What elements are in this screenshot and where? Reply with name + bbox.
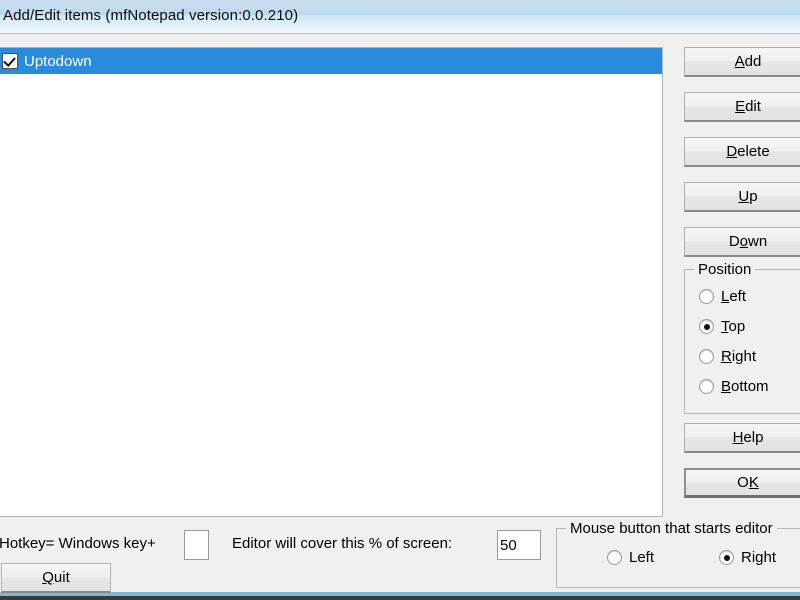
screen: Add/Edit items (mfNotepad version:0.0.21… [0, 0, 800, 600]
position-groupbox: Position Left Top Right Bottom [684, 261, 800, 414]
checkbox-checked-icon[interactable] [2, 53, 18, 69]
percent-input-value: 50 [500, 536, 517, 554]
radio-icon [699, 319, 714, 334]
radio-position-bottom-label: Bottom [721, 378, 769, 395]
percent-input[interactable]: 50 [497, 530, 541, 560]
list-item-label: Uptodown [24, 52, 92, 70]
add-edit-items-window: Add/Edit items (mfNotepad version:0.0.21… [0, 0, 800, 596]
radio-position-left[interactable]: Left [699, 288, 746, 305]
mouse-button-groupbox: Mouse button that starts editor Left Rig… [556, 520, 800, 588]
help-button[interactable]: Help [684, 423, 800, 453]
quit-button-label: Quit [42, 569, 70, 586]
radio-icon [719, 550, 734, 565]
edit-button[interactable]: Edit [684, 92, 800, 122]
radio-mouse-left-label: Left [629, 549, 655, 566]
list-item[interactable]: Uptodown [0, 48, 662, 74]
radio-position-right-label: Right [721, 348, 757, 365]
ok-button-label: OK [737, 474, 759, 491]
window-title: Add/Edit items (mfNotepad version:0.0.21… [3, 7, 299, 24]
radio-mouse-left[interactable]: Left [607, 549, 654, 566]
radio-position-top[interactable]: Top [699, 318, 745, 335]
quit-button[interactable]: Quit [1, 563, 111, 593]
delete-button[interactable]: Delete [684, 137, 800, 167]
radio-position-top-label: Top [721, 318, 746, 335]
radio-position-left-label: Left [721, 288, 747, 305]
client-area: Uptodown Add Edit Delete Up Down Positio… [0, 35, 800, 593]
position-groupbox-title: Position [694, 261, 756, 278]
mouse-button-groupbox-title: Mouse button that starts editor [566, 520, 777, 537]
add-button-label: Add [734, 53, 762, 70]
items-listbox[interactable]: Uptodown [0, 47, 663, 517]
delete-button-label: Delete [726, 143, 770, 160]
radio-mouse-right[interactable]: Right [719, 549, 776, 566]
hotkey-input[interactable] [184, 530, 209, 560]
up-button-label: Up [738, 188, 758, 205]
help-button-label: Help [732, 429, 764, 446]
down-button-label: Down [728, 233, 768, 250]
ok-button[interactable]: OK [684, 468, 800, 498]
down-button[interactable]: Down [684, 227, 800, 257]
radio-icon [699, 379, 714, 394]
radio-position-bottom[interactable]: Bottom [699, 378, 769, 395]
radio-icon [607, 550, 622, 565]
edit-button-label: Edit [735, 98, 761, 115]
title-bar[interactable]: Add/Edit items (mfNotepad version:0.0.21… [0, 0, 800, 34]
radio-icon [699, 349, 714, 364]
add-button[interactable]: Add [684, 47, 800, 77]
percent-label: Editor will cover this % of screen: [232, 535, 453, 552]
radio-icon [699, 289, 714, 304]
hotkey-label: Hotkey= Windows key+ [0, 535, 156, 552]
radio-mouse-right-label: Right [741, 549, 777, 566]
radio-position-right[interactable]: Right [699, 348, 756, 365]
up-button[interactable]: Up [684, 182, 800, 212]
